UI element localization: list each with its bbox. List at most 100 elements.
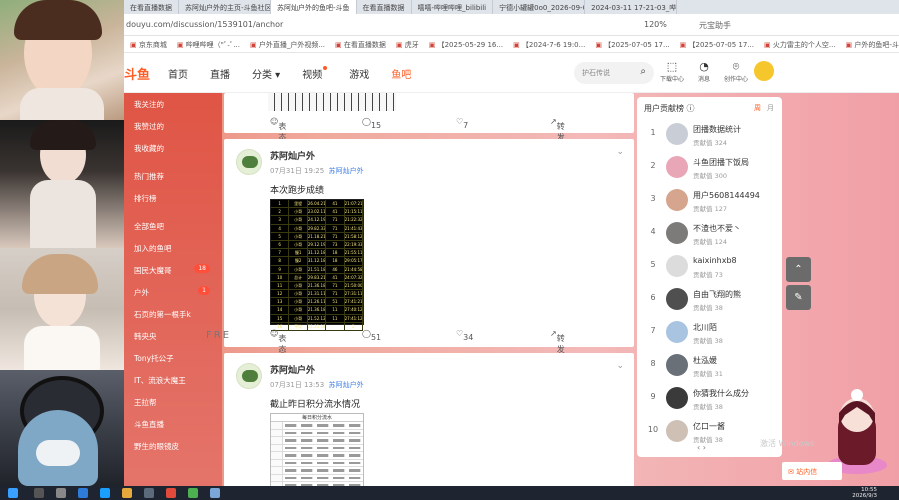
station-message-button[interactable]: ✉ 站内信 xyxy=(782,462,842,480)
browser-tab[interactable]: 2024-03-11 17-21-03_哔哩... xyxy=(585,0,678,14)
nav-yuba[interactable]: 鱼吧 xyxy=(391,66,411,81)
chrome-icon[interactable] xyxy=(188,488,198,498)
sidebar-item[interactable]: 我赞过的 xyxy=(124,115,222,137)
bookmark-item[interactable]: 虎牙 xyxy=(396,40,419,49)
user-avatar[interactable] xyxy=(666,189,688,211)
user-name[interactable]: 亿口一酱 xyxy=(693,421,779,432)
post-tag[interactable]: 苏阿灿户外 xyxy=(329,381,364,389)
author-avatar[interactable] xyxy=(236,149,262,175)
bookmark-item[interactable]: 【2024-7-6 19:0... xyxy=(513,40,585,49)
folder-icon[interactable] xyxy=(122,488,132,498)
comment-button[interactable]: ◯ 15 xyxy=(362,117,381,130)
obs-icon[interactable] xyxy=(166,488,176,498)
nav-home[interactable]: 首页 xyxy=(168,66,188,81)
user-avatar[interactable] xyxy=(666,222,688,244)
author-avatar[interactable] xyxy=(236,363,262,389)
bookmark-item[interactable]: 户外的鱼吧-斗鱼 xyxy=(846,40,899,49)
address-bar[interactable]: douyu.com/discussion/1539101/anchor 120%… xyxy=(124,14,899,36)
bookmark-item[interactable]: 【2025-07-05 17... xyxy=(595,40,670,49)
user-avatar[interactable] xyxy=(666,354,688,376)
sidebar-item[interactable]: 斗鱼直播 xyxy=(124,413,222,435)
user-avatar[interactable] xyxy=(666,387,688,409)
user-avatar[interactable] xyxy=(754,61,774,81)
browser-icon[interactable] xyxy=(210,488,220,498)
post-image-table-2[interactable]: 每日积分流水 xyxy=(270,413,364,486)
site-logo[interactable]: 斗鱼 xyxy=(124,64,150,83)
author-name[interactable]: 苏阿灿户外 xyxy=(270,363,315,376)
url-text[interactable]: douyu.com/discussion/1539101/anchor xyxy=(126,20,283,29)
user-name[interactable]: kaixinhxb8 xyxy=(693,256,779,265)
search-icon[interactable] xyxy=(34,488,44,498)
user-avatar[interactable] xyxy=(666,123,688,145)
user-avatar[interactable] xyxy=(666,321,688,343)
post-image-table[interactable]: 1 里程 26.04.21 41 21:07:21 2 小哥 23.02.11 41 21:15:… xyxy=(270,199,364,331)
edit-post-button[interactable]: ✎ xyxy=(786,285,811,310)
edge-icon[interactable] xyxy=(78,488,88,498)
sidebar-item[interactable]: 我关注的 xyxy=(124,93,222,115)
chevron-down-icon[interactable]: ⌄ xyxy=(616,147,624,157)
message-button[interactable]: ◔ 消息 xyxy=(689,60,719,83)
user-avatar[interactable] xyxy=(666,156,688,178)
browser-tab[interactable]: 苏阿灿户外的鱼吧-斗鱼 xyxy=(271,0,357,14)
browser-tab[interactable]: 宁德小罐罐0o0_2026-09-07 xyxy=(493,0,586,14)
sidebar-item[interactable]: 加入的鱼吧 xyxy=(124,237,222,259)
tab-week[interactable]: 周 xyxy=(754,104,761,112)
user-name[interactable]: 团播数据统计 xyxy=(693,124,779,135)
ranking-item[interactable]: 5 kaixinhxb8 贡献值 73 xyxy=(637,251,782,283)
bookmark-item[interactable]: 京东商城 xyxy=(130,40,167,49)
creator-center-button[interactable]: ⌾ 创作中心 xyxy=(721,60,751,83)
ranking-item[interactable]: 4 不渣也不爱丶 贡献值 124 xyxy=(637,218,782,250)
sidebar-item[interactable]: 王拉帮 xyxy=(124,391,222,413)
nav-video[interactable]: 视频 xyxy=(302,66,328,81)
bookmark-item[interactable]: 户外直播_户外视频... xyxy=(250,40,325,49)
browser-tab[interactable]: 嘻嘻-哔哩哔哩_bilibili xyxy=(412,0,494,14)
ranking-item[interactable]: 3 用户5608144494 贡献值 127 xyxy=(637,185,782,217)
user-name[interactable]: 自由飞翔的熊 xyxy=(693,289,779,300)
ranking-item[interactable]: 2 斗鱼团播下饭局 贡献值 300 xyxy=(637,152,782,184)
nav-live[interactable]: 直播 xyxy=(210,66,230,81)
bookmark-item[interactable]: 火力雷主的个人空... xyxy=(764,40,836,49)
nav-game[interactable]: 游戏 xyxy=(349,66,369,81)
ranking-item[interactable]: 1 团播数据统计 贡献值 324 xyxy=(637,119,782,151)
user-name[interactable]: 北川陌 xyxy=(693,322,779,333)
sidebar-item[interactable]: 我收藏的 xyxy=(124,137,222,159)
forward-button[interactable]: ↗ 转发 xyxy=(550,329,565,354)
react-button[interactable]: ☺ 表态 xyxy=(270,117,286,142)
download-center-button[interactable]: ⬚ 下载中心 xyxy=(657,60,687,83)
sidebar-item[interactable]: IT、流浪大魔王 xyxy=(124,369,222,391)
taskbar-clock[interactable]: 10:55 2026/9/3 xyxy=(852,487,877,499)
zoom-level[interactable]: 120% xyxy=(644,20,667,29)
like-button[interactable]: ♡ 34 xyxy=(456,329,473,342)
browser-tab[interactable]: 苏阿灿户外的主页-斗鱼社区 xyxy=(179,0,271,14)
scroll-top-button[interactable]: ⌃ xyxy=(786,257,811,282)
task-view-icon[interactable] xyxy=(56,488,66,498)
user-avatar[interactable] xyxy=(666,420,688,442)
ranking-item[interactable]: 6 自由飞翔的熊 贡献值 38 xyxy=(637,284,782,316)
react-button[interactable]: ☺ 表态 xyxy=(270,329,286,354)
browser-tab[interactable]: 在看直播数据 xyxy=(357,0,412,14)
windows-start-icon[interactable] xyxy=(8,488,18,498)
sidebar-item[interactable]: 国民大魔哥 18 xyxy=(124,259,222,281)
sidebar-item[interactable]: 野生的眼镜皮 xyxy=(124,435,222,457)
like-button[interactable]: ♡ 7 xyxy=(456,117,468,130)
user-name[interactable]: 杜泓媛 xyxy=(693,355,779,366)
sidebar-item[interactable]: 户外 1 xyxy=(124,281,222,303)
user-avatar[interactable] xyxy=(666,255,688,277)
ranking-item[interactable]: 7 北川陌 贡献值 38 xyxy=(637,317,782,349)
search-input[interactable]: 护石传说 ⌕ xyxy=(574,62,654,84)
user-name[interactable]: 斗鱼团播下饭局 xyxy=(693,157,779,168)
account-button[interactable]: 元宝助手 xyxy=(699,20,731,31)
bookmark-item[interactable]: 【2025-07-05 17... xyxy=(680,40,755,49)
post-image-previous[interactable] xyxy=(268,93,396,111)
tab-month[interactable]: 月 xyxy=(767,104,774,112)
bookmark-item[interactable]: 【2025-05-29 16... xyxy=(429,40,504,49)
comment-button[interactable]: ◯ 51 xyxy=(362,329,381,342)
search-icon[interactable]: ⌕ xyxy=(640,66,646,77)
user-name[interactable]: 用户5608144494 xyxy=(693,190,779,201)
sidebar-item[interactable]: 热门推荐 xyxy=(124,165,222,187)
app-icon[interactable] xyxy=(144,488,154,498)
sidebar-item[interactable]: 全部鱼吧 xyxy=(124,215,222,237)
post-tag[interactable]: 苏阿灿户外 xyxy=(329,167,364,175)
author-name[interactable]: 苏阿灿户外 xyxy=(270,149,315,162)
bookmark-item[interactable]: 在看直播数据 xyxy=(335,40,386,49)
